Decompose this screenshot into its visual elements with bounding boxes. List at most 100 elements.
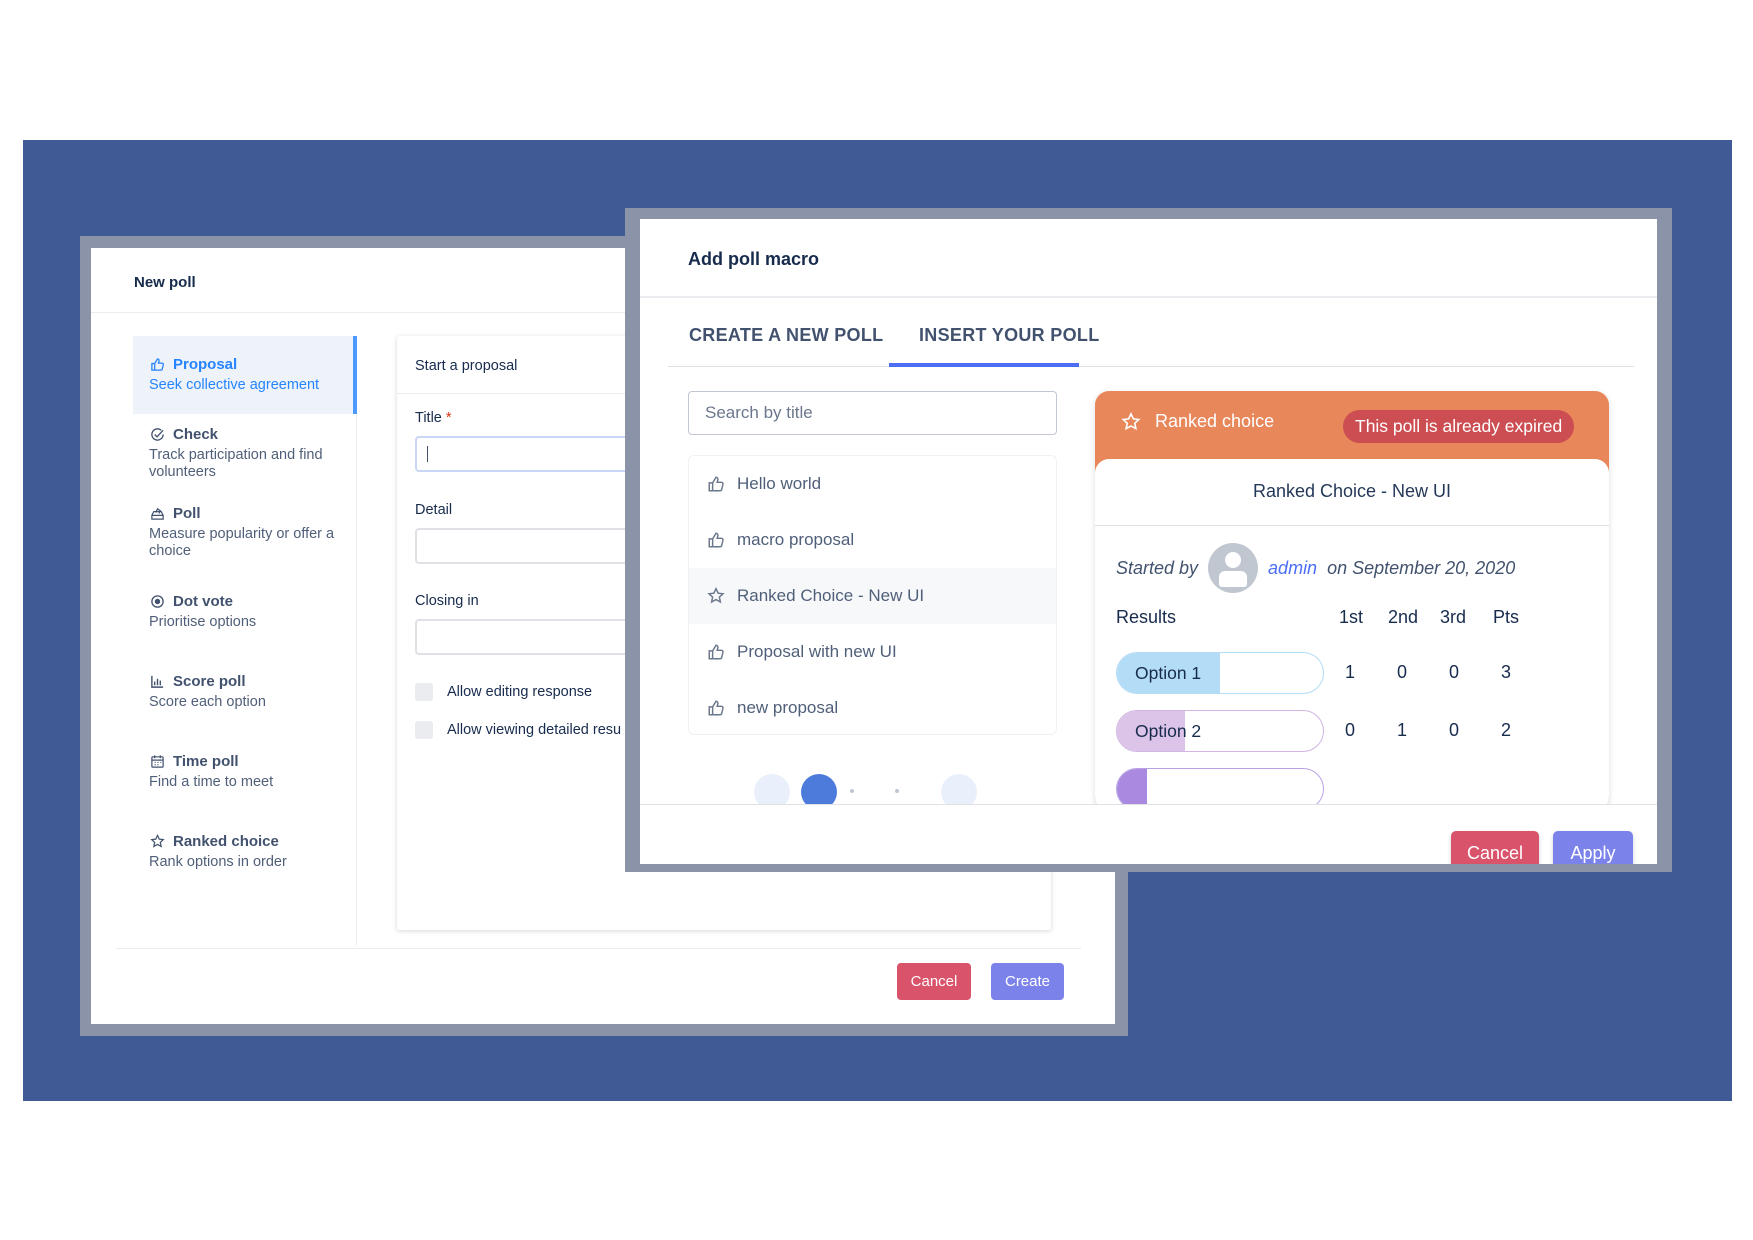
macro-title: Add poll macro (688, 249, 820, 269)
author-link[interactable]: admin (1268, 558, 1317, 579)
poll-type-sidebar: Proposal Seek collective agreement Check… (133, 336, 357, 946)
result-bar: Option 1 (1116, 652, 1324, 694)
thumbs-up-icon (708, 532, 724, 548)
poll-type-time-poll[interactable]: Time poll Find a time to meet (133, 751, 357, 791)
poll-type-proposal[interactable]: Proposal Seek collective agreement (133, 336, 357, 414)
results-label: Results (1116, 607, 1177, 627)
poll-title: new proposal (737, 698, 839, 717)
checkbox[interactable] (415, 721, 433, 739)
poll-title: Hello world (737, 474, 822, 493)
pager-dot (850, 789, 854, 793)
poll-type-ranked-choice[interactable]: Ranked choice Rank options in order (133, 831, 357, 871)
list-item[interactable]: Hello world (689, 456, 1056, 512)
poll-title: Ranked Choice - New UI (737, 586, 925, 605)
started-by-label: Started by (1116, 557, 1199, 578)
poll-type-score-poll[interactable]: Score poll Score each option (133, 671, 357, 711)
column-3rd: 3rd (1440, 607, 1467, 627)
poll-type-name: Dot vote (173, 592, 233, 610)
result-value: 0 (1448, 720, 1459, 740)
star-icon (707, 587, 725, 604)
poll-type-desc: Measure popularity or offer a choice (149, 526, 335, 559)
start-date: on September 20, 2020 (1327, 557, 1516, 578)
detail-label: Detail (415, 502, 453, 518)
result-value: 0 (1344, 720, 1355, 740)
tab-insert-your-poll[interactable]: INSERT YOUR POLL (919, 325, 1099, 346)
result-bar-fill (1117, 769, 1147, 809)
poll-type-check[interactable]: Check Track participation and find volun… (133, 424, 357, 481)
poll-type-name: Ranked choice (173, 832, 279, 850)
option-label: Option 1 (1135, 663, 1202, 683)
apply-button[interactable]: Apply (1553, 831, 1633, 864)
poll-type-dot-vote[interactable]: Dot vote Prioritise options (133, 591, 357, 631)
list-item[interactable]: new proposal (689, 680, 1056, 736)
add-poll-macro-dialog: Add poll macro CREATE A NEW POLL INSERT … (640, 219, 1657, 864)
pager-dot (895, 789, 899, 793)
thumbs-up-icon (708, 476, 724, 492)
poll-type-desc: Rank options in order (149, 854, 287, 870)
poll-type-name: Proposal (173, 355, 238, 373)
list-item[interactable]: Proposal with new UI (689, 624, 1056, 680)
poll-title: Ranked Choice - New UI (1252, 481, 1452, 501)
search-input[interactable] (688, 391, 1057, 435)
active-tab-indicator (889, 363, 1079, 367)
poll-type-label: Ranked choice (1155, 411, 1275, 431)
poll-type-name: Score poll (173, 672, 246, 690)
divider (1095, 525, 1609, 526)
started-by: Started by admin on September 20, 2020 (1116, 543, 1515, 593)
new-poll-title: New poll (134, 274, 196, 291)
divider (116, 948, 1081, 949)
poll-type-desc: Prioritise options (149, 614, 257, 630)
poll-type-desc: Find a time to meet (149, 774, 274, 790)
result-value: 2 (1500, 720, 1511, 740)
ballot-box-icon (149, 505, 165, 521)
create-button[interactable]: Create (991, 963, 1064, 1000)
required-mark: * (445, 410, 452, 426)
title-label-text: Title (415, 410, 442, 426)
cancel-button[interactable]: Cancel (1451, 831, 1539, 864)
option-label: Option 2 (1135, 721, 1202, 741)
poll-type-desc: Track participation and find volunteers (149, 447, 323, 480)
card-header: Ranked choice This poll is already expir… (1095, 391, 1609, 461)
option-label: Allow viewing detailed resu (447, 722, 622, 738)
column-pts: Pts (1493, 607, 1520, 627)
thumbs-up-icon (708, 644, 724, 660)
star-icon (149, 833, 165, 849)
poll-title: macro proposal (737, 530, 855, 549)
list-item-selected[interactable]: Ranked Choice - New UI (689, 568, 1056, 624)
poll-type-poll[interactable]: Poll Measure popularity or offer a choic… (133, 503, 357, 560)
poll-list: Hello world macro proposal Ranked Choice… (688, 455, 1057, 735)
result-value: 1 (1396, 720, 1407, 740)
result-value: 1 (1344, 662, 1355, 682)
status-badge: This poll is already expired (1343, 410, 1575, 443)
calendar-icon (149, 753, 165, 769)
column-2nd: 2nd (1388, 607, 1419, 627)
result-value: 0 (1396, 662, 1407, 682)
check-circle-icon (149, 426, 165, 442)
form-heading: Start a proposal (415, 358, 518, 374)
poll-type: Ranked choice (1121, 411, 1274, 432)
checkbox[interactable] (415, 683, 433, 701)
closing-label: Closing in (415, 593, 479, 609)
poll-title: Proposal with new UI (737, 642, 897, 661)
thumbs-up-icon (149, 356, 165, 372)
poll-preview-card: Ranked choice This poll is already expir… (1095, 391, 1609, 811)
result-bar: Option 2 (1116, 710, 1324, 752)
card-body: Ranked Choice - New UI Started by admin … (1095, 459, 1609, 811)
poll-type-name: Check (173, 425, 219, 443)
avatar (1208, 543, 1259, 593)
poll-type-name: Poll (173, 504, 201, 522)
list-item[interactable]: macro proposal (689, 512, 1056, 568)
allow-editing-option[interactable]: Allow editing response (415, 683, 592, 701)
dialog-footer: Cancel Apply (640, 805, 1657, 864)
column-1st: 1st (1339, 607, 1364, 627)
divider (640, 296, 1657, 298)
allow-viewing-option[interactable]: Allow viewing detailed resu (415, 721, 621, 739)
result-value: 3 (1500, 662, 1511, 682)
tabs-divider (668, 366, 1634, 367)
bar-chart-icon (149, 673, 165, 689)
cancel-button[interactable]: Cancel (897, 963, 971, 1000)
thumbs-up-icon (708, 700, 724, 716)
tab-create-new-poll[interactable]: CREATE A NEW POLL (689, 325, 883, 346)
poll-type-desc: Seek collective agreement (149, 377, 320, 393)
target-dot-icon (149, 593, 165, 609)
